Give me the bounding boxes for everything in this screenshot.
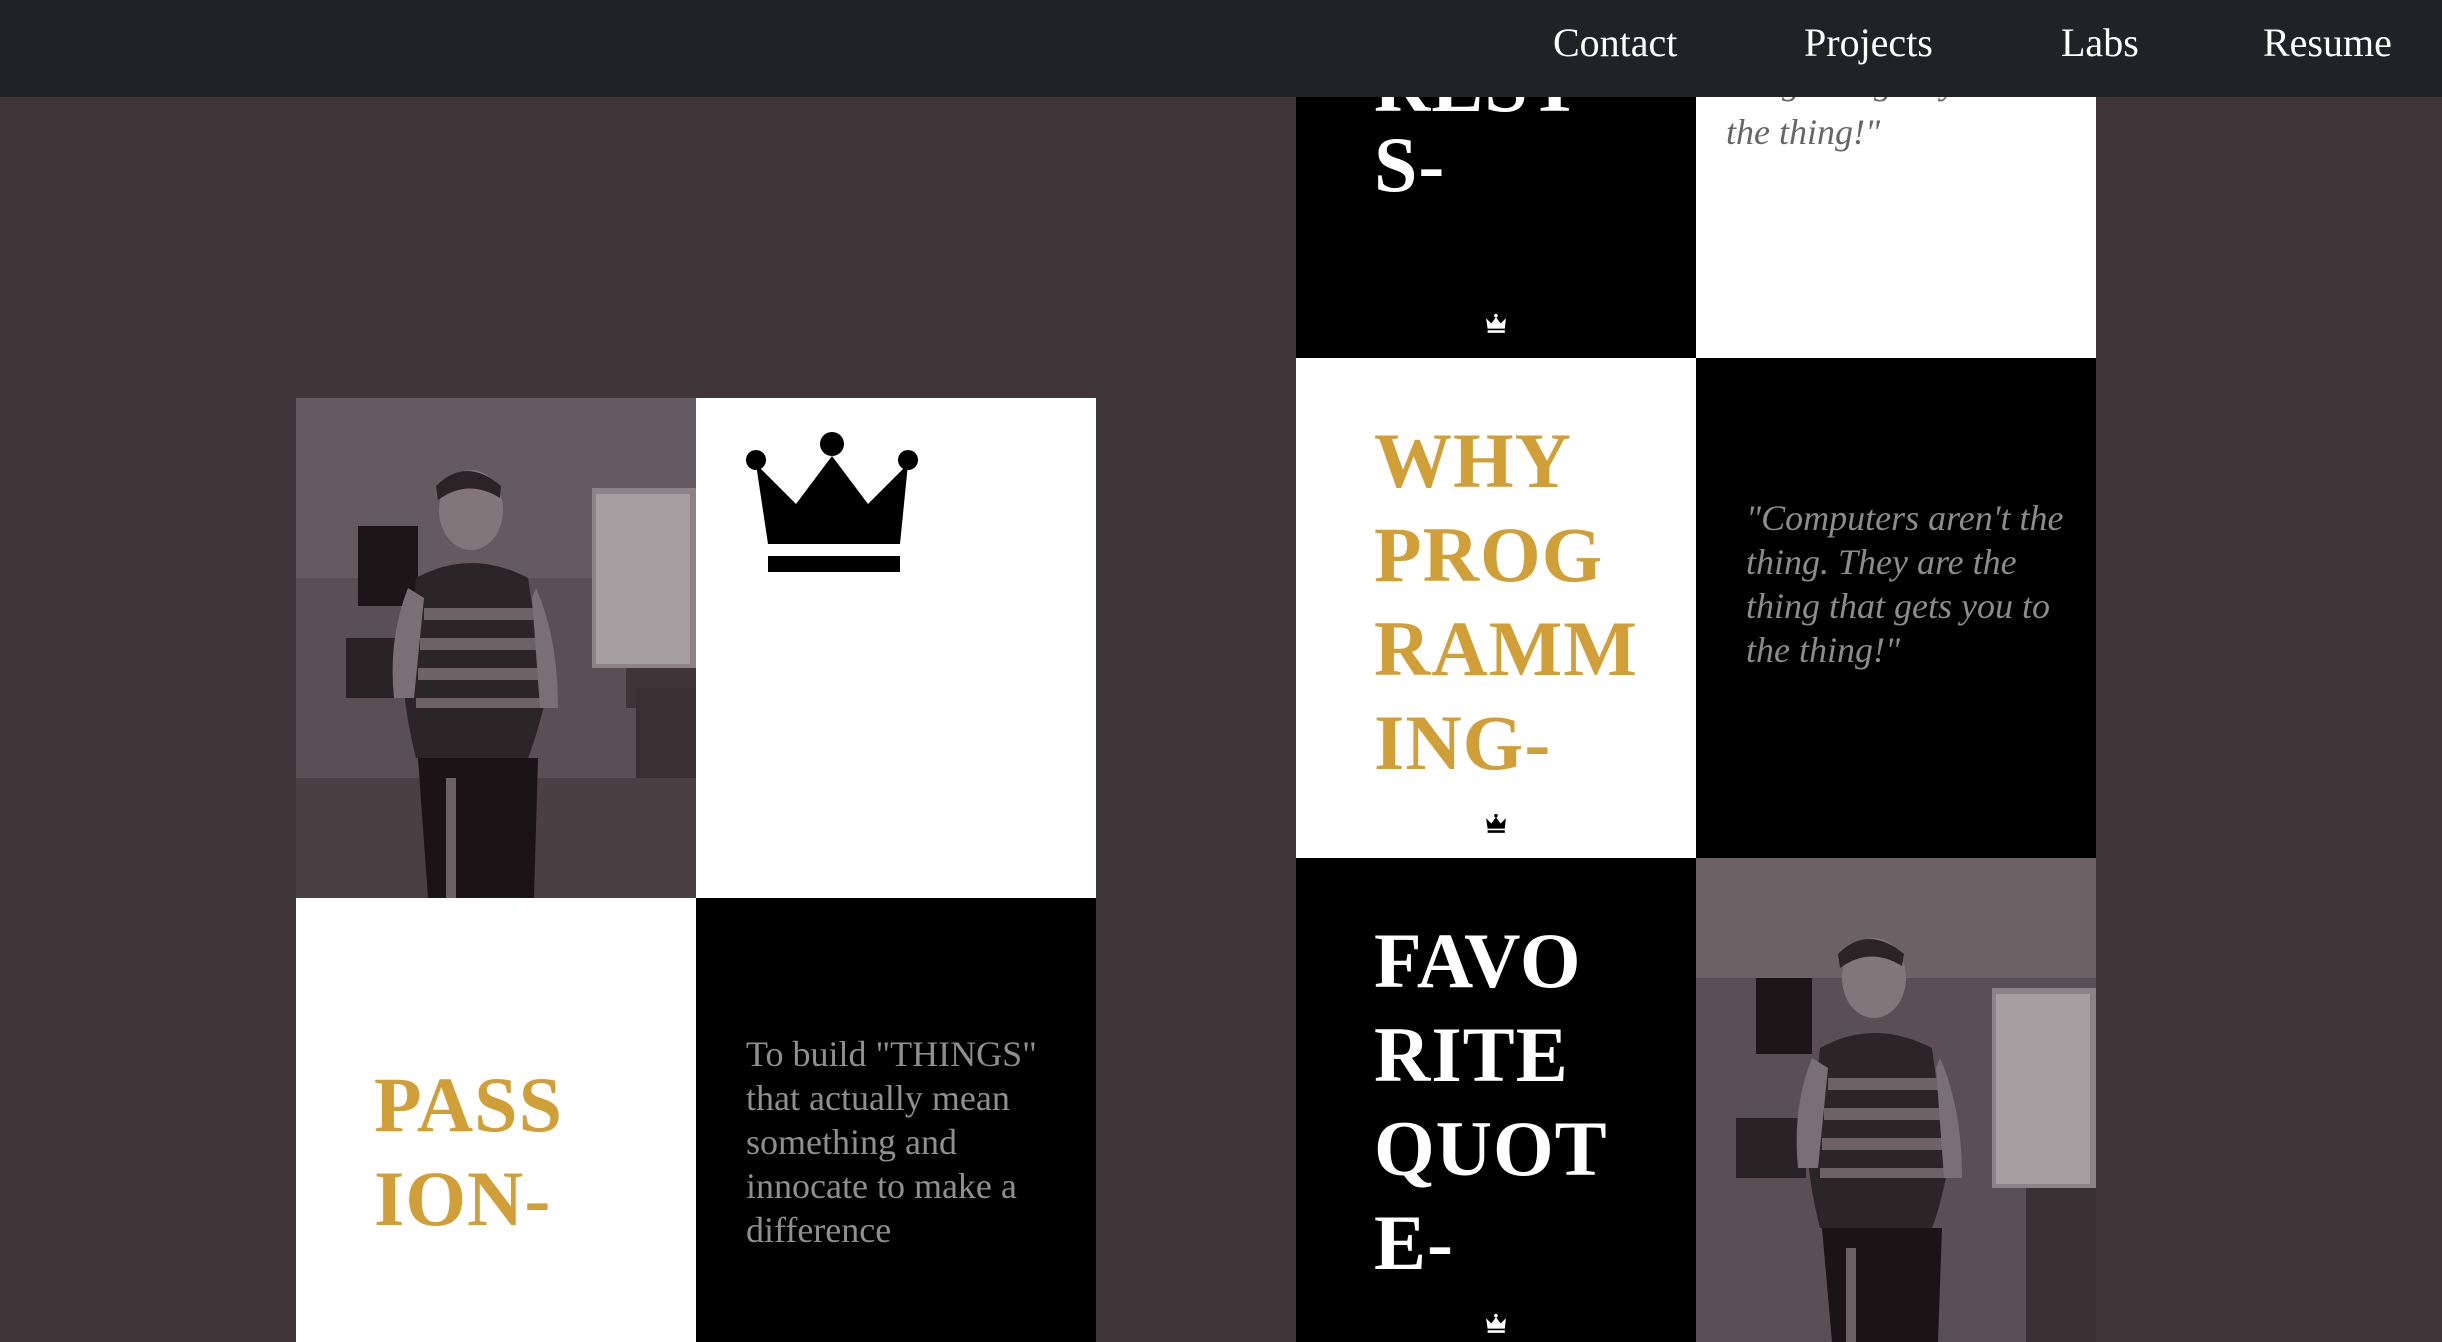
nav-link-labs[interactable]: Labs xyxy=(2061,0,2139,86)
portrait-photo-graphic xyxy=(1696,858,2096,1342)
portrait-photo xyxy=(1696,858,2096,1342)
why-programming-tile: WHY PROG RAMM ING- xyxy=(1296,358,1696,858)
passion-description: To build "THINGS" that actually mean som… xyxy=(746,1034,1037,1250)
crown-tile xyxy=(696,398,1096,898)
favorite-quote-tile: FAVO RITE QUOT E- xyxy=(1296,858,1696,1342)
interests-heading: S- xyxy=(1374,121,1446,208)
portrait-photo-graphic xyxy=(296,398,696,898)
why-quote-text: "Computers aren't the thing. They are th… xyxy=(1746,498,2064,670)
crown-icon xyxy=(1486,313,1506,333)
quote-top-text: the thing!" xyxy=(1726,112,1881,152)
nav-link-resume[interactable]: Resume xyxy=(2263,0,2392,86)
why-quote-tile: "Computers aren't the thing. They are th… xyxy=(1696,358,2096,858)
top-navbar: Contact Projects Labs Resume xyxy=(0,0,2442,97)
passion-tile: PASS ION- xyxy=(296,898,696,1342)
favorite-quote-heading: FAVO RITE QUOT E- xyxy=(1374,917,1608,1286)
crown-icon xyxy=(746,432,918,572)
portrait-photo xyxy=(296,398,696,898)
crown-icon xyxy=(1486,1313,1506,1333)
why-programming-heading: WHY PROG RAMM ING- xyxy=(1374,417,1638,786)
passion-heading: PASS ION- xyxy=(374,1061,563,1242)
crown-icon xyxy=(1486,813,1506,833)
nav-link-projects[interactable]: Projects xyxy=(1804,0,1933,86)
nav-link-contact[interactable]: Contact xyxy=(1553,0,1677,86)
passion-text-tile: To build "THINGS" that actually mean som… xyxy=(696,898,1096,1342)
